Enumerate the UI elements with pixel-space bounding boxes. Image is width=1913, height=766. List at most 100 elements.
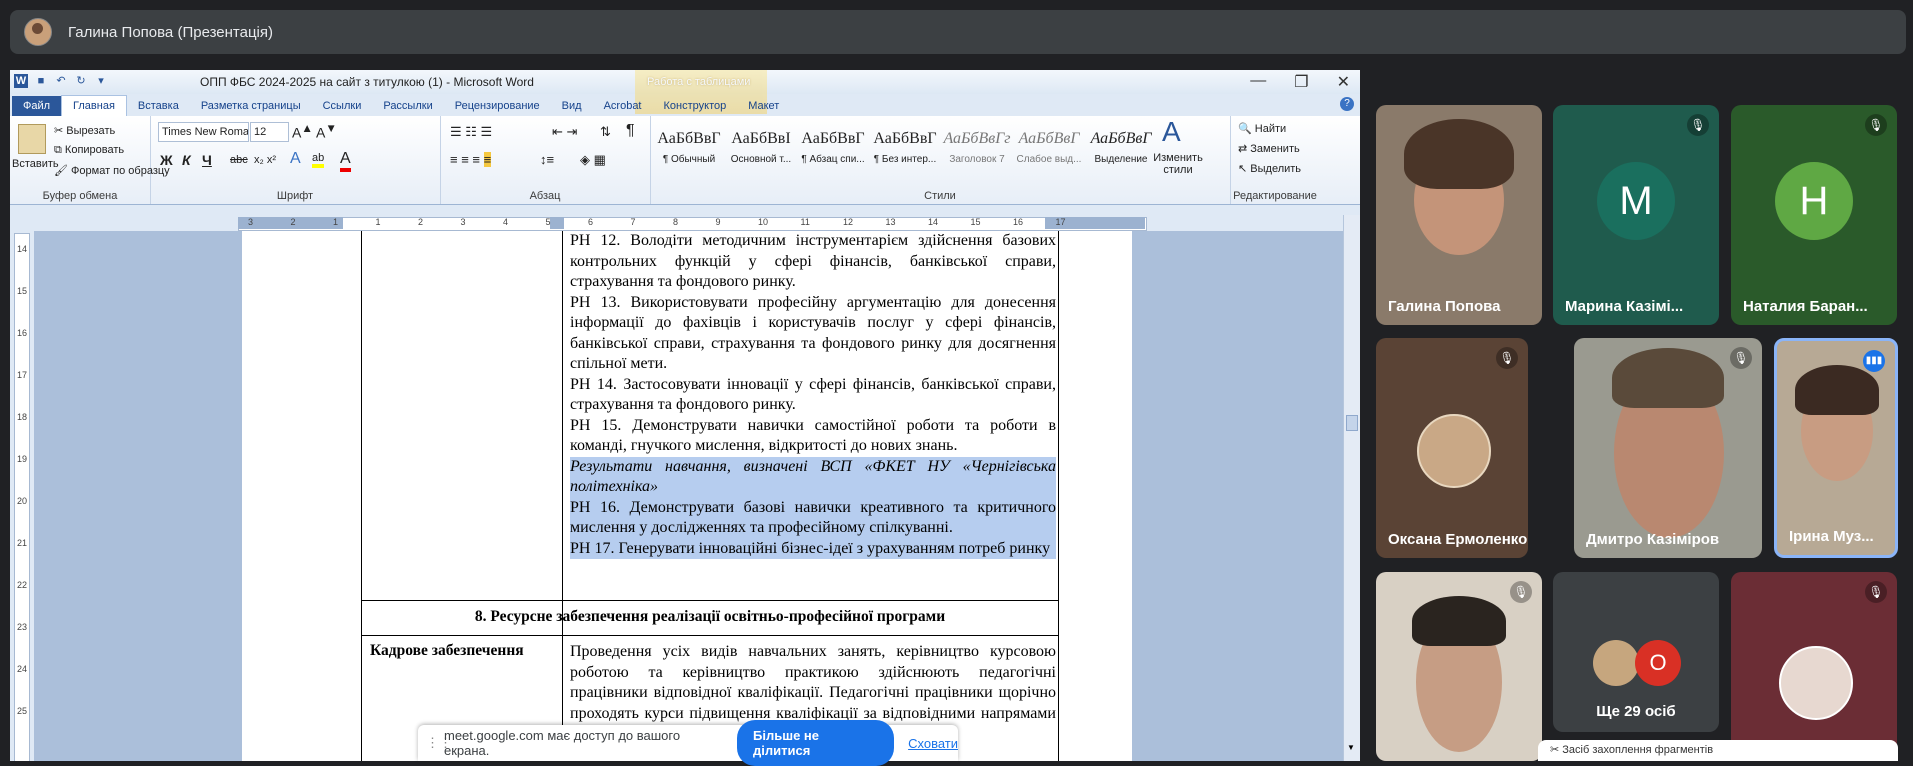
qat-dropdown-icon[interactable]: ▾ [94, 74, 108, 88]
drag-handle-icon[interactable]: ⋮⋮ [426, 735, 452, 751]
mic-off-icon: 🎙 [1865, 581, 1887, 603]
font-color-icon[interactable]: A [340, 150, 351, 172]
copy-button[interactable]: ⧉ Копировать [54, 144, 124, 157]
font-name-select[interactable]: Times New Roman [158, 122, 249, 142]
style-item[interactable]: АаБбВвГ Выделение [1086, 130, 1156, 165]
change-styles-button[interactable]: Изменить стили [1148, 152, 1208, 176]
restore-icon[interactable]: ❐ [1294, 72, 1308, 92]
outcome-ph12: РН 12. Володіти методичним інструментарі… [570, 232, 1056, 290]
snip-icon: ✂ [1550, 744, 1563, 756]
ruler-number: 2 [418, 217, 424, 227]
tab-layout[interactable]: Макет [737, 96, 790, 116]
styles-label: Стили [924, 190, 956, 202]
style-item[interactable]: АаБбВвІ Основной т... [726, 130, 796, 165]
style-item[interactable]: АаБбВвГг Заголовок 7 [942, 130, 1012, 165]
vertical-scrollbar[interactable]: ▼ [1343, 215, 1360, 761]
ruler-number: 5 [545, 217, 551, 227]
participant-tile[interactable]: 🎙 [1731, 572, 1897, 761]
scroll-thumb[interactable] [1346, 415, 1358, 431]
pilcrow-icon[interactable]: ¶ [626, 122, 635, 140]
strikethrough-icon[interactable]: abc [230, 154, 248, 166]
participant-tile[interactable]: 🎙 Дмитро Казіміров [1574, 338, 1762, 558]
find-button[interactable]: 🔍 Найти [1238, 122, 1286, 135]
brush-icon: 🖌 [54, 165, 72, 177]
paste-icon[interactable] [18, 124, 46, 154]
save-icon[interactable]: ■ [34, 74, 48, 88]
subscript-icon[interactable]: x₂ x² [254, 154, 276, 166]
tab-home[interactable]: Главная [61, 95, 127, 116]
ribbon-tabs: Файл Главная Вставка Разметка страницы С… [10, 94, 1360, 116]
grow-font-icon[interactable]: A▲ A▼ [292, 122, 337, 141]
redo-icon[interactable]: ↻ [74, 74, 88, 88]
select-button[interactable]: ↖ Выделить [1238, 162, 1301, 175]
snipping-tool-notice[interactable]: ✂ Засіб захоплення фрагментів [1538, 740, 1898, 761]
ruler-number: 15 [970, 217, 981, 227]
scroll-down-icon[interactable]: ▼ [1347, 743, 1355, 752]
participant-tile[interactable]: ▮▮▮ Ірина Муз... [1774, 338, 1898, 558]
tab-mailings[interactable]: Рассылки [372, 96, 443, 116]
learning-outcomes-cell[interactable]: РН 12. Володіти методичним інструментарі… [570, 231, 1056, 559]
participant-name: Марина Казімі... [1565, 298, 1684, 315]
ruler-number: 15 [16, 286, 27, 296]
align-icons[interactable]: ≡ ≡ ≡ ≡ [450, 152, 492, 167]
tab-view[interactable]: Вид [551, 96, 593, 116]
speaking-indicator-icon: ▮▮▮ [1863, 350, 1885, 372]
cursor-icon: ↖ [1238, 163, 1251, 175]
style-item[interactable]: АаБбВвГ ¶ Обычный [654, 130, 724, 165]
undo-icon[interactable]: ↶ [54, 74, 68, 88]
stop-sharing-button[interactable]: Більше не ділитися [737, 720, 895, 766]
help-icon[interactable]: ? [1340, 97, 1354, 111]
ruler-number: 10 [758, 217, 769, 227]
hide-link[interactable]: Сховати [908, 736, 958, 751]
clipboard-group: Вставить ✂ Вырезать ⧉ Копировать 🖌 Форма… [10, 116, 170, 204]
participant-tile[interactable]: 🎙 [1376, 572, 1542, 761]
font-size-select[interactable]: 12 [250, 122, 289, 142]
close-icon[interactable]: ✕ [1337, 72, 1350, 92]
bold-icon[interactable]: Ж [160, 152, 173, 168]
ruler-number: 16 [16, 328, 27, 338]
participant-tile[interactable]: M 🎙 Марина Казімі... [1553, 105, 1719, 325]
mic-off-icon: 🎙 [1496, 347, 1518, 369]
shading-icon[interactable]: ◈ ▦ [580, 152, 606, 168]
minimize-icon[interactable]: — [1250, 72, 1266, 92]
text-effects-icon[interactable]: A [290, 150, 301, 168]
style-item[interactable]: АаБбВвГ Слабое выд... [1014, 130, 1084, 165]
outcome-ph13: РН 13. Використовувати професійну аргуме… [570, 293, 1056, 373]
vertical-ruler[interactable]: 14 15 16 17 18 19 20 21 22 23 24 25 [14, 233, 30, 761]
results-heading: Результати навчання, визначені ВСП «ФКЕТ… [570, 456, 1056, 498]
cut-button[interactable]: ✂ Вырезать [54, 124, 115, 137]
participant-tile[interactable]: Галина Попова [1376, 105, 1542, 325]
style-item[interactable]: АаБбВвГ ¶ Абзац спи... [798, 130, 868, 165]
tab-review[interactable]: Рецензирование [444, 96, 551, 116]
ruler-number: 1 [375, 217, 381, 227]
ruler-number: 13 [885, 217, 896, 227]
participant-tile[interactable]: 🎙 Оксана Ермоленко [1376, 338, 1528, 558]
bullets-icon[interactable]: ☰ ☷ ☰ [450, 124, 492, 140]
ruler-number: 2 [290, 217, 296, 227]
ruler-number: 3 [248, 217, 254, 227]
editing-label: Редактирование [1233, 190, 1317, 202]
indent-icon[interactable]: ⇤ ⇥ [552, 124, 577, 140]
more-participants-tile[interactable]: О Ще 29 осіб [1553, 572, 1719, 732]
binoculars-icon: 🔍 [1238, 123, 1255, 135]
tab-design[interactable]: Конструктор [653, 96, 738, 116]
ruler-number: 22 [16, 580, 27, 590]
tab-references[interactable]: Ссылки [312, 96, 373, 116]
participant-tile[interactable]: H 🎙 Наталия Баран... [1731, 105, 1897, 325]
paste-button[interactable]: Вставить [12, 158, 59, 170]
style-item[interactable]: АаБбВвГ ¶ Без интер... [870, 130, 940, 165]
underline-icon[interactable]: Ч [202, 152, 212, 168]
sort-icon[interactable]: ⇅ [600, 124, 611, 140]
line-spacing-icon[interactable]: ↕≡ [540, 152, 554, 167]
replace-button[interactable]: ⇄ Заменить [1238, 142, 1300, 155]
tab-page-layout[interactable]: Разметка страницы [190, 96, 312, 116]
highlight-icon[interactable]: ab [312, 152, 325, 168]
ruler-number: 23 [16, 622, 27, 632]
tab-acrobat[interactable]: Acrobat [593, 96, 653, 116]
ruler-number: 11 [800, 217, 810, 227]
italic-icon[interactable]: К [182, 152, 191, 168]
tab-file[interactable]: Файл [12, 96, 62, 116]
paragraph-group: ☰ ☷ ☰ ⇤ ⇥ ⇅ ¶ ≡ ≡ ≡ ≡ ↕≡ ◈ ▦ Абзац [440, 116, 651, 204]
horizontal-ruler[interactable]: 3 2 1 1 2 3 4 5 6 7 8 9 10 11 12 13 14 15 16 17 [10, 215, 1360, 231]
tab-insert[interactable]: Вставка [127, 96, 190, 116]
